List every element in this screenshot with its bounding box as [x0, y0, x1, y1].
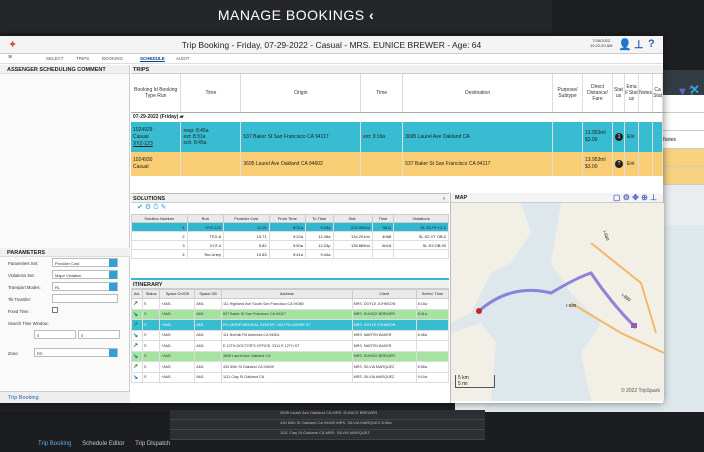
- transport-modes-select[interactable]: RL: [52, 282, 118, 291]
- page-header: MANAGE BOOKINGS ‹: [0, 0, 552, 33]
- table-row[interactable]: 1024930 Casual 3695 Laurel Ave Oakland CA…: [131, 152, 663, 176]
- window-title: Trip Booking - Friday, 07-29-2022 - Casu…: [181, 40, 482, 50]
- left-panel: ASSENGER SCHEDULING COMMENT PARAMETERS P…: [0, 65, 130, 403]
- date-row: 07-29-2022 (Friday) ▰: [131, 112, 663, 122]
- tab-audit[interactable]: AUDIT: [176, 56, 190, 61]
- trip-booking-window: ✦ Trip Booking - Friday, 07-29-2022 - Ca…: [0, 36, 664, 403]
- tab-schedule[interactable]: SCHEDULE: [140, 56, 165, 61]
- action-icon: ↘: [130, 371, 144, 383]
- tab-trip-dispatch[interactable]: Trip Dispatch: [135, 441, 170, 447]
- chevron-left-icon[interactable]: ‹: [369, 7, 374, 23]
- action-icon: ↗: [130, 361, 144, 373]
- settings-icon[interactable]: ⚙: [145, 204, 151, 211]
- solutions-table: Solution Number Run Provider Cost From Time…: [131, 214, 449, 259]
- table-row[interactable]: 1024929 Casual XYZ-123 resp: 8:45a est: 8:3…: [131, 122, 663, 152]
- bottom-tabs: Trip Booking Schedule Editor Trip Dispat…: [38, 441, 179, 447]
- trip-booking-footer[interactable]: Trip Booking: [0, 391, 130, 403]
- trips-heading: TRIPS: [131, 65, 663, 74]
- itinerary-heading: ITINERARY: [131, 280, 449, 289]
- email-icon: E✉: [624, 122, 639, 152]
- fixed-time-checkbox[interactable]: [52, 307, 58, 313]
- collapse-icon: ‹: [443, 196, 445, 202]
- edit-icon[interactable]: ✎: [160, 204, 166, 211]
- tab-trips[interactable]: TRIPS: [76, 56, 89, 61]
- table-row[interactable]: ↘ S +AM1 AM1 537 Baker St San Francisco CA 9…: [130, 308, 450, 320]
- email-icon: E✉: [624, 152, 639, 176]
- parameters-panel: PARAMETERS Parameters Set: Provider Cost …: [0, 248, 130, 359]
- user-icon[interactable]: 👤: [618, 38, 632, 51]
- solutions-panel: SOLUTIONS ‹ ✔ ⚙ ⏱ ✎ Solution Number Run Pro…: [131, 193, 449, 285]
- parameters-heading: PARAMETERS: [0, 248, 130, 257]
- map-copyright: © 2022 TripSpark: [621, 388, 660, 394]
- tab-trip-booking[interactable]: Trip Booking: [38, 441, 71, 447]
- table-row[interactable]: 3 XYZ-4 5.82 9:50a 12:23p 135.889mi 6h18 SL:S3 …: [131, 240, 449, 250]
- menu-icon[interactable]: ≡: [8, 54, 12, 61]
- background-itinerary-rows: 3695 Laurel Ave Oakland CA MRS. EUNICE B…: [170, 410, 485, 440]
- map-view[interactable]: I-580 I-880 I-580 5 km 5 mi © 2022 TripSp…: [451, 203, 664, 401]
- clock-icon[interactable]: ⏱: [153, 204, 158, 211]
- action-icon: ↘: [130, 329, 144, 341]
- zone-select[interactable]: RS: [34, 348, 118, 357]
- itinerary-panel: ITINERARY Act. Status Space On/Off Space OB…: [130, 278, 450, 402]
- trips-table: Booking Id Booking Type Run Time Origin Tim…: [131, 74, 663, 176]
- map-tools-icon[interactable]: ▢ ⚙ ✥ ⊕ ⊥: [613, 193, 657, 202]
- table-row[interactable]: 4 Tex-Untry 10.83 9:41a 9:44a: [131, 249, 449, 259]
- transfer-field[interactable]: [52, 294, 118, 303]
- action-icon: ↗: [130, 319, 144, 331]
- check-icon[interactable]: ✔: [137, 204, 143, 211]
- help-icon[interactable]: ?: [648, 38, 655, 50]
- action-icon: ↘: [130, 350, 144, 362]
- trips-panel: TRIPS Booking Id Booking Type Run Time Ori…: [131, 65, 663, 192]
- table-row[interactable]: ↗ S +AM1 AM1 E 12TH DOCTOR'S OFFICE, 3311 E …: [130, 340, 450, 352]
- window-titlebar: ✦ Trip Booking - Friday, 07-29-2022 - Ca…: [0, 36, 663, 54]
- table-row[interactable]: ↗ S +AM1 AM1 FILLMORE MEDICAL CENTER, 1621 F…: [130, 319, 450, 331]
- pin-icon[interactable]: ⊥: [634, 38, 644, 51]
- status-badge: 1: [614, 133, 623, 141]
- status-badge: ?: [614, 160, 623, 168]
- passenger-comment-heading: ASSENGER SCHEDULING COMMENT: [0, 65, 129, 74]
- tab-booking[interactable]: BOOKING: [102, 56, 123, 61]
- table-row[interactable]: ↘ S +AM1 3695 Laurel Ave Oakland CA MRS. EUN…: [130, 350, 450, 362]
- violations-set-select[interactable]: Major Violation: [52, 270, 118, 279]
- map-scale: 5 km 5 mi: [455, 375, 495, 388]
- solutions-heading: SOLUTIONS ‹: [131, 194, 449, 203]
- itinerary-table: Act. Status Space On/Off Space OB Address Cli…: [130, 289, 450, 383]
- action-icon: ↗: [130, 340, 144, 352]
- page-title: MANAGE BOOKINGS: [217, 7, 365, 23]
- map-heading: MAP ▢ ⚙ ✥ ⊕ ⊥: [451, 193, 663, 203]
- date-time: 7/26/2022 10:22:20 AM: [590, 38, 613, 48]
- window-to-stepper[interactable]: 0: [78, 330, 120, 339]
- table-row[interactable]: ↘ S +AM1 AM1 111 Norfolk Rd Alameda CA 94501…: [130, 329, 450, 341]
- action-icon: ↗: [130, 298, 144, 310]
- table-row[interactable]: 1 XYZ-123 11.05 8:31a 9:19a 222.052mi 9h11 SL:S…: [131, 222, 449, 232]
- nav-tabs: ≡ SELECT TRIPS BOOKING SCHEDULE AUDIT: [0, 54, 663, 64]
- tab-select[interactable]: SELECT: [46, 56, 64, 61]
- car-icon: ▰: [179, 114, 184, 121]
- tab-schedule-editor[interactable]: Schedule Editor: [82, 441, 124, 447]
- parameters-set-select[interactable]: Provider Cost: [52, 258, 118, 267]
- action-icon: ↘: [130, 308, 144, 320]
- map-panel: MAP ▢ ⚙ ✥ ⊕ ⊥ I-580 I-880 I-580 5 km 5 mi …: [450, 193, 664, 403]
- solutions-toolbar: ✔ ⚙ ⏱ ✎: [131, 203, 449, 214]
- table-row[interactable]: 2 TEX-6 15.71 9:22a 11:28a 134.201mi 4h58 SL:S2…: [131, 231, 449, 241]
- close-icon[interactable]: ✕: [689, 82, 700, 98]
- window-from-stepper[interactable]: 0: [34, 330, 76, 339]
- table-row[interactable]: ↗ S +AM1 AM1 430 60th St Oakland CA 94609 MRS…: [130, 361, 450, 373]
- table-row[interactable]: ↗ S +AM1 AM1 111 Highland Ave South San Fran…: [130, 298, 450, 310]
- table-row[interactable]: ↘ S +AM1 AM1 1111 Clay St Oakland CA MRS. SIL…: [130, 371, 450, 383]
